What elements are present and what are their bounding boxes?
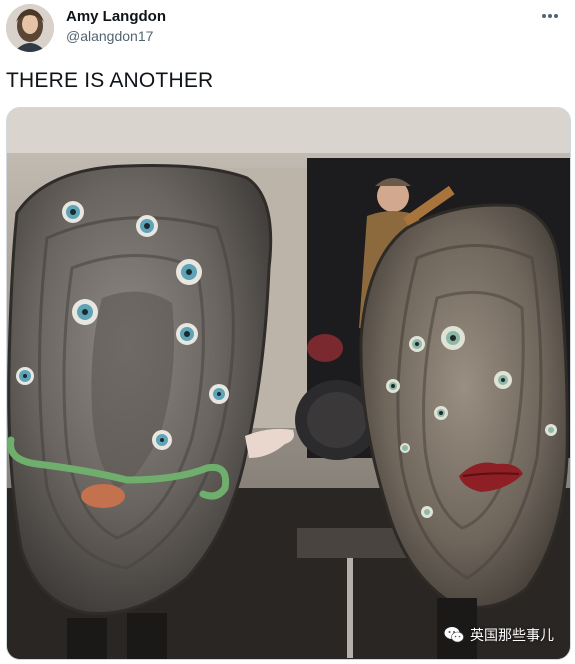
photo-scene — [7, 108, 570, 659]
more-options-button[interactable] — [539, 6, 561, 26]
tweet-media-photo[interactable]: 英国那些事儿 — [6, 107, 571, 660]
avatar-photo — [6, 4, 54, 52]
author-handle[interactable]: @alangdon17 — [66, 28, 153, 44]
watermark-text: 英国那些事儿 — [470, 628, 554, 644]
watermark: 英国那些事儿 — [444, 625, 554, 645]
mouth-left — [81, 484, 125, 508]
tweet-text: THERE IS ANOTHER — [6, 69, 214, 92]
avatar[interactable] — [6, 4, 54, 52]
more-dots-icon — [542, 14, 558, 18]
wechat-icon — [444, 627, 464, 643]
author-display-name[interactable]: Amy Langdon — [66, 8, 166, 25]
